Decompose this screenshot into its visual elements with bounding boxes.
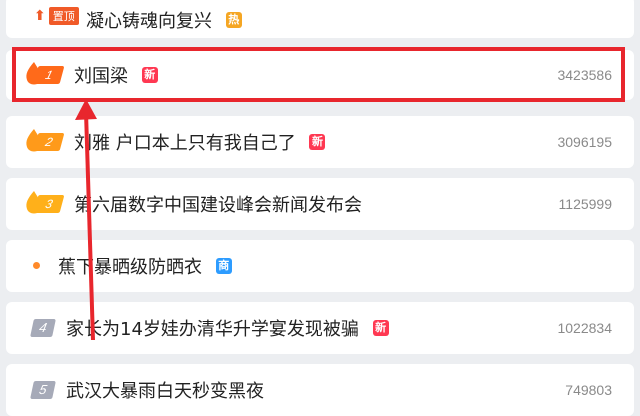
arrow-head — [75, 99, 97, 120]
arrow-shaft — [84, 111, 95, 341]
annotation-arrow — [75, 99, 97, 341]
